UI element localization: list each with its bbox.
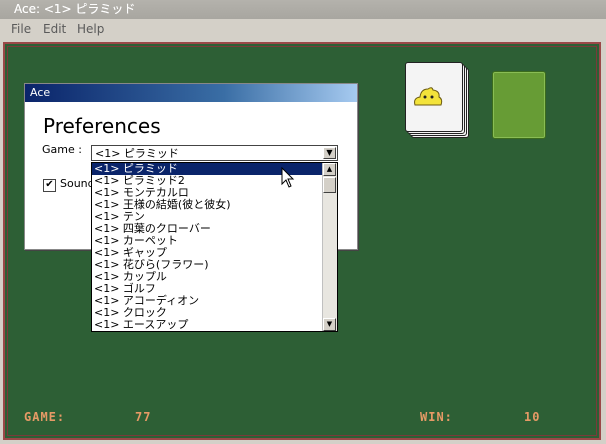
game-select[interactable]: <1> ピラミッド ▼ — [91, 145, 338, 161]
list-item[interactable]: <1> エースアップ — [92, 319, 324, 331]
scroll-up-icon[interactable]: ▲ — [323, 163, 336, 176]
menu-file[interactable]: File — [8, 19, 34, 39]
waste-pile[interactable] — [492, 71, 546, 139]
game-dropdown-list[interactable]: <1> ピラミッド <1> ピラミッド2 <1> モンテカルロ <1> 王様の結婚(彼… — [91, 162, 338, 332]
chevron-down-icon[interactable]: ▼ — [323, 147, 336, 159]
sound-label: Sound — [60, 177, 95, 190]
dialog-titlebar[interactable]: Ace — [25, 84, 357, 102]
window-titlebar[interactable]: Ace: <1> ピラミッド — [0, 0, 606, 19]
menu-edit[interactable]: Edit — [40, 19, 69, 39]
scroll-thumb[interactable] — [323, 177, 336, 193]
game-count-value: 77 — [135, 410, 152, 424]
sound-checkbox[interactable]: ✔ — [43, 179, 56, 192]
menu-help[interactable]: Help — [74, 19, 107, 39]
mouse-cursor-icon — [281, 167, 295, 188]
list-scrollbar[interactable]: ▲ ▼ — [322, 163, 337, 331]
win-count-value: 10 — [524, 410, 541, 424]
win-count-label: WIN: — [420, 410, 453, 424]
game-label: Game : — [42, 143, 82, 156]
window-title: Ace: <1> ピラミッド — [14, 2, 136, 16]
menu-bar: File Edit Help — [0, 19, 606, 39]
mascot-icon — [414, 87, 443, 106]
game-select-value: <1> ピラミッド — [95, 147, 179, 160]
scroll-down-icon[interactable]: ▼ — [323, 318, 336, 331]
game-count-label: GAME: — [24, 410, 66, 424]
dialog-heading: Preferences — [43, 114, 161, 138]
